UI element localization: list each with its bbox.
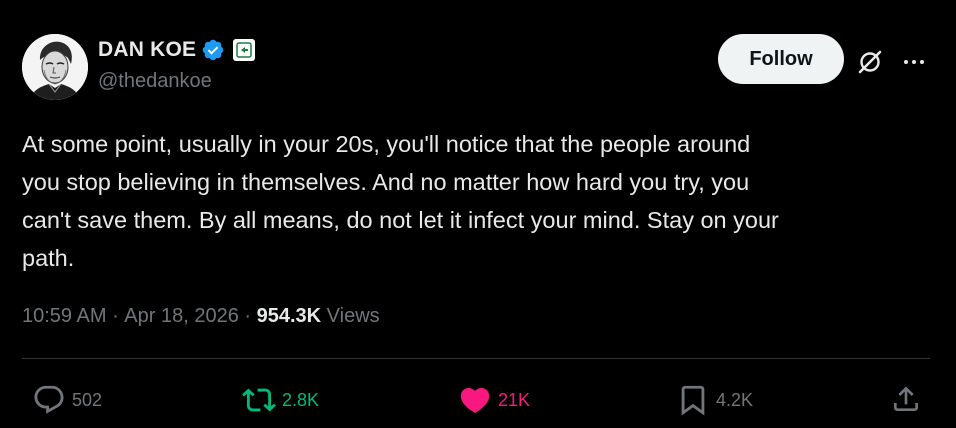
tweet-text: At some point, usually in your 20s, you'… xyxy=(22,131,779,271)
meta-separator: · xyxy=(238,305,257,327)
author-name-row: DAN KOE xyxy=(98,38,256,62)
reply-icon xyxy=(34,385,64,414)
heart-icon xyxy=(460,387,490,413)
affiliate-badge-icon[interactable] xyxy=(233,39,256,61)
author-name[interactable]: DAN KOE xyxy=(98,38,196,62)
author-handle[interactable]: @thedankoe xyxy=(98,70,212,93)
repost-button[interactable]: 2.8K xyxy=(242,383,319,417)
bookmark-button[interactable]: 4.2K xyxy=(676,383,753,417)
share-button[interactable] xyxy=(890,383,922,415)
meta-separator: · xyxy=(106,305,125,327)
tweet-card: DAN KOE @thedankoe Follow At some point,… xyxy=(0,0,956,428)
avatar[interactable] xyxy=(22,34,88,100)
follow-button[interactable]: Follow xyxy=(718,34,844,84)
verified-badge-icon[interactable] xyxy=(201,38,225,62)
repost-count: 2.8K xyxy=(282,389,320,410)
divider xyxy=(22,358,930,359)
grok-icon[interactable] xyxy=(856,48,884,76)
reply-button[interactable]: 502 xyxy=(32,383,102,417)
reply-count: 502 xyxy=(72,389,103,410)
like-button[interactable]: 21K xyxy=(458,383,530,417)
tweet-date[interactable]: Apr 18, 2026 xyxy=(124,305,239,328)
repost-icon xyxy=(242,388,276,412)
tweet-meta: 10:59 AM · Apr 18, 2026 · 954.3K Views xyxy=(22,305,380,328)
views-label: Views xyxy=(321,305,380,327)
tweet-time[interactable]: 10:59 AM xyxy=(22,305,107,328)
like-count: 21K xyxy=(498,389,531,410)
views-count[interactable]: 954.3K xyxy=(257,305,322,328)
avatar-portrait-icon xyxy=(22,34,88,100)
more-icon[interactable] xyxy=(900,52,928,72)
bookmark-count: 4.2K xyxy=(716,389,754,410)
share-icon xyxy=(894,386,918,411)
bookmark-icon xyxy=(681,385,705,416)
